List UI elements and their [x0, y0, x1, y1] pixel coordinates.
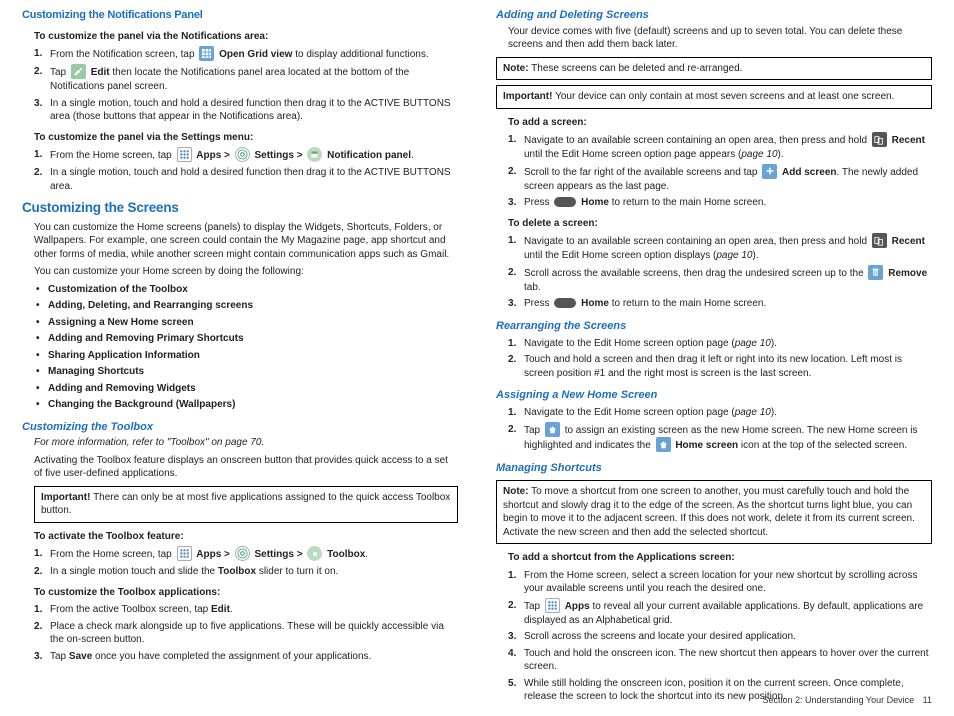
list-item: Place a check mark alongside up to five …: [34, 620, 458, 647]
left-column: Customizing the Notifications Panel To c…: [22, 8, 458, 708]
settings-icon: [235, 147, 250, 162]
list-item: In a single motion touch and slide the T…: [34, 565, 458, 579]
important-seven-screens: Important! Your device can only contain …: [496, 85, 932, 109]
apps-icon: [177, 546, 192, 561]
note-rearranged: Note: These screens can be deleted and r…: [496, 57, 932, 81]
list-item: From the Notification screen, tap Open G…: [34, 47, 458, 62]
customize-bullet-list: Customization of the Toolbox Adding, Del…: [22, 283, 458, 412]
list-item: From the Home screen, select a screen lo…: [508, 569, 932, 596]
list-item: Touch and hold a screen and then drag it…: [508, 353, 932, 380]
subheading-add-screen: To add a screen:: [496, 116, 932, 130]
toolbox-icon: [307, 546, 322, 561]
subheading-notif-area: To customize the panel via the Notificat…: [22, 30, 458, 44]
apps-icon: [177, 147, 192, 162]
list-item: Tap Edit then locate the Notifications p…: [34, 65, 458, 94]
para-customize-how: You can customize your Home screen by do…: [22, 265, 458, 279]
assign-home-icon: [545, 422, 560, 437]
list-item: In a single motion, touch and hold a des…: [34, 97, 458, 124]
list-item: Touch and hold the onscreen icon. The ne…: [508, 647, 932, 674]
subheading-add-shortcut: To add a shortcut from the Applications …: [496, 551, 932, 565]
note-shortcut-move: Note: To move a shortcut from one screen…: [496, 480, 932, 544]
list-item: Adding, Deleting, and Rearranging screen…: [34, 299, 458, 313]
list-item: From the active Toolbox screen, tap Edit…: [34, 603, 458, 617]
list-add-shortcut: From the Home screen, select a screen lo…: [496, 569, 932, 704]
list-item: Scroll across the available screens, the…: [508, 266, 932, 295]
list-customize-toolbox-apps: From the active Toolbox screen, tap Edit…: [22, 603, 458, 663]
subheading-settings-menu: To customize the panel via the Settings …: [22, 131, 458, 145]
recent-icon: [872, 132, 887, 147]
page-footer: Section 2: Understanding Your Device 11: [763, 694, 932, 706]
home-button-icon: [554, 298, 576, 308]
subheading-delete-screen: To delete a screen:: [496, 217, 932, 231]
heading-adding-deleting: Adding and Deleting Screens: [496, 8, 932, 23]
list-item: Navigate to the Edit Home screen option …: [508, 406, 932, 420]
important-toolbox: Important! There can only be at most fiv…: [34, 486, 458, 523]
list-item: Assigning a New Home screen: [34, 316, 458, 330]
list-item: Sharing Application Information: [34, 349, 458, 363]
heading-managing-shortcuts: Managing Shortcuts: [496, 461, 932, 476]
para-customize-info: You can customize the Home screens (pane…: [22, 221, 458, 262]
list-assigning: Navigate to the Edit Home screen option …: [496, 406, 932, 453]
list-item: In a single motion, touch and hold a des…: [34, 166, 458, 193]
heading-rearranging: Rearranging the Screens: [496, 319, 932, 334]
list-item: Navigate to the Edit Home screen option …: [508, 337, 932, 351]
para-default-screens: Your device comes with five (default) sc…: [496, 25, 932, 52]
list-item: Navigate to an available screen containi…: [508, 133, 932, 162]
home-screen-icon: [656, 437, 671, 452]
list-item: Customization of the Toolbox: [34, 283, 458, 297]
subheading-activate-toolbox: To activate the Toolbox feature:: [22, 530, 458, 544]
heading-customizing-screens: Customizing the Screens: [22, 199, 458, 217]
toolbox-activating: Activating the Toolbox feature displays …: [22, 454, 458, 481]
list-item: Tap Apps to reveal all your current avai…: [508, 599, 932, 628]
list-item: Scroll across the screens and locate you…: [508, 630, 932, 644]
list-item: Adding and Removing Primary Shortcuts: [34, 332, 458, 346]
edit-icon: [71, 64, 86, 79]
settings-icon: [235, 546, 250, 561]
list-item: Tap to assign an existing screen as the …: [508, 423, 932, 453]
list-rearranging: Navigate to the Edit Home screen option …: [496, 337, 932, 381]
list-item: Press Home to return to the main Home sc…: [508, 196, 932, 210]
list-item: Tap Save once you have completed the ass…: [34, 650, 458, 664]
subheading-customize-toolbox-apps: To customize the Toolbox applications:: [22, 586, 458, 600]
toolbox-ref: For more information, refer to "Toolbox"…: [22, 436, 458, 450]
heading-notifications: Customizing the Notifications Panel: [22, 8, 458, 23]
heading-assigning: Assigning a New Home Screen: [496, 388, 932, 403]
home-button-icon: [554, 197, 576, 207]
list-item: Scroll to the far right of the available…: [508, 165, 932, 194]
list-activate-toolbox: From the Home screen, tap Apps > Setting…: [22, 547, 458, 579]
list-settings-customize: From the Home screen, tap Apps > Setting…: [22, 148, 458, 193]
list-item: Press Home to return to the main Home sc…: [508, 297, 932, 311]
list-delete-screen: Navigate to an available screen containi…: [496, 234, 932, 311]
list-item: From the Home screen, tap Apps > Setting…: [34, 547, 458, 562]
remove-icon: [868, 265, 883, 280]
right-column: Adding and Deleting Screens Your device …: [496, 8, 932, 708]
list-notif-customize: From the Notification screen, tap Open G…: [22, 47, 458, 124]
heading-customizing-toolbox: Customizing the Toolbox: [22, 420, 458, 435]
open-grid-icon: [199, 46, 214, 61]
list-item: Changing the Background (Wallpapers): [34, 398, 458, 412]
add-screen-icon: [762, 164, 777, 179]
apps-icon: [545, 598, 560, 613]
notification-panel-icon: [307, 147, 322, 162]
list-item: Managing Shortcuts: [34, 365, 458, 379]
recent-icon: [872, 233, 887, 248]
list-item: Navigate to an available screen containi…: [508, 234, 932, 263]
list-add-screen: Navigate to an available screen containi…: [496, 133, 932, 210]
list-item: From the Home screen, tap Apps > Setting…: [34, 148, 458, 163]
list-item: Adding and Removing Widgets: [34, 382, 458, 396]
